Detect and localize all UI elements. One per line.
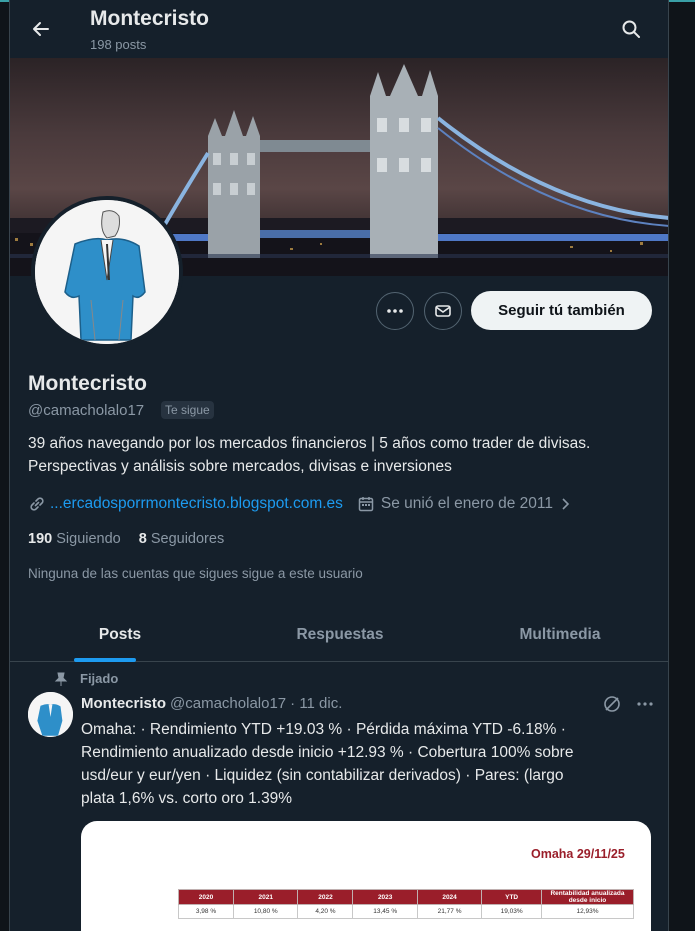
post-author-handle[interactable]: @camacholalo17 [170, 695, 286, 712]
table-header-cell: 2023 [352, 889, 418, 905]
envelope-icon [435, 305, 451, 317]
post-date[interactable]: · 11 dic. [290, 695, 342, 712]
card-title: Omaha 29/11/25 [531, 847, 625, 861]
post-line: Rendimiento anualizado desde inicio +12.… [81, 744, 574, 761]
table-header-row: 2020 2021 2022 2023 2024 YTD Rentabilida… [177, 889, 634, 905]
table-header-cell: Rentabilidad anualizada desde inicio [541, 889, 634, 905]
following-link[interactable]: 190 Siguiendo [28, 531, 121, 547]
table-header-cell: 2022 [297, 889, 354, 905]
arrow-left-icon [33, 22, 49, 36]
more-options-button[interactable] [376, 292, 414, 330]
chevron-right-icon [562, 498, 570, 510]
pinned-label: Fijado [80, 671, 119, 686]
tab-replies[interactable]: Respuestas [230, 609, 450, 661]
more-dots-icon[interactable] [636, 695, 654, 713]
search-icon [622, 20, 640, 38]
table-header-cell: 2024 [416, 889, 483, 905]
followers-label: Seguidores [150, 531, 225, 547]
profile-header: Montecristo 198 posts [10, 0, 668, 58]
more-dots-icon [387, 309, 403, 313]
pinned-indicator: Fijado [54, 671, 118, 686]
followers-count: 8 [138, 531, 147, 547]
tab-media[interactable]: Multimedia [450, 609, 668, 661]
table-header-cell: 2020 [177, 889, 235, 905]
avatar-illustration [28, 692, 73, 737]
bio-line: 39 años navegando por los mercados finan… [28, 435, 591, 452]
table-cell: 13,45 % [352, 904, 418, 919]
bio-line: Perspectivas y análisis sobre mercados, … [28, 458, 452, 475]
table-cell: 4,20 % [297, 904, 354, 919]
table-cell: 10,80 % [233, 904, 299, 919]
grok-icon[interactable] [602, 694, 622, 714]
header-title: Montecristo [90, 7, 210, 30]
profile-avatar[interactable] [31, 196, 183, 348]
post-author-name[interactable]: Montecristo [81, 695, 166, 712]
no-mutuals-text: Ninguna de las cuentas que sigues sigue … [28, 566, 363, 581]
following-count: 190 [28, 531, 53, 547]
table-cell: 3,98 % [177, 904, 235, 919]
search-button[interactable] [614, 12, 648, 46]
table-header-cell: 2021 [233, 889, 299, 905]
profile-bio: 39 años navegando por los mercados finan… [28, 432, 658, 478]
website-link[interactable]: ...ercadosporrmontecristo.blogspot.com.e… [50, 495, 343, 513]
profile-column: Montecristo 198 posts Seguir tú también … [9, 0, 669, 931]
following-label: Siguiendo [56, 531, 121, 547]
active-tab-indicator [74, 658, 136, 662]
profile-name: Montecristo [28, 372, 148, 395]
message-button[interactable] [424, 292, 462, 330]
follow-counts: 190 Siguiendo 8 Seguidores [28, 531, 224, 547]
returns-table: 2020 2021 2022 2023 2024 YTD Rentabilida… [177, 889, 634, 919]
pin-icon [54, 672, 68, 686]
avatar-illustration [35, 200, 179, 344]
calendar-icon [358, 497, 374, 512]
post-line: usd/eur y eur/yen · Liquidez (sin contab… [81, 767, 564, 784]
post-author-avatar[interactable] [28, 692, 73, 737]
post-header: Montecristo @camacholalo17 · 11 dic. [81, 695, 342, 712]
tab-posts[interactable]: Posts [10, 609, 230, 662]
follow-back-button[interactable]: Seguir tú también [471, 291, 652, 330]
table-cell: 19,03% [481, 904, 542, 919]
post-actions [602, 694, 654, 714]
post-line: Omaha: · Rendimiento YTD +19.03 % · Pérd… [81, 721, 566, 738]
follows-you-badge: Te sigue [161, 401, 214, 419]
post-image-card[interactable]: Omaha 29/11/25 2020 2021 2022 2023 2024 … [81, 821, 651, 931]
followers-link[interactable]: 8 Seguidores [139, 531, 224, 547]
joined-date[interactable]: Se unió el enero de 2011 [357, 495, 573, 513]
posts-count: 198 posts [90, 37, 147, 52]
profile-meta: ...ercadosporrmontecristo.blogspot.com.e… [28, 492, 573, 516]
table-cell: 21,77 % [416, 904, 483, 919]
post-text: Omaha: · Rendimiento YTD +19.03 % · Pérd… [81, 718, 646, 810]
table-row: 3,98 % 10,80 % 4,20 % 13,45 % 21,77 % 19… [177, 904, 634, 919]
back-button[interactable] [24, 12, 58, 46]
profile-handle: @camacholalo17 [28, 402, 145, 419]
tab-label: Posts [98, 626, 142, 643]
table-cell: 12,93% [541, 904, 634, 919]
link-icon [30, 497, 44, 511]
profile-tabs: Posts Respuestas Multimedia [10, 609, 668, 662]
table-header-cell: YTD [481, 889, 542, 905]
joined-label: Se unió el enero de 2011 [380, 495, 553, 512]
tab-label: Respuestas [296, 626, 384, 643]
tab-label: Multimedia [519, 626, 601, 643]
post-line: plata 1,6% vs. corto oro 1.39% [81, 790, 293, 807]
